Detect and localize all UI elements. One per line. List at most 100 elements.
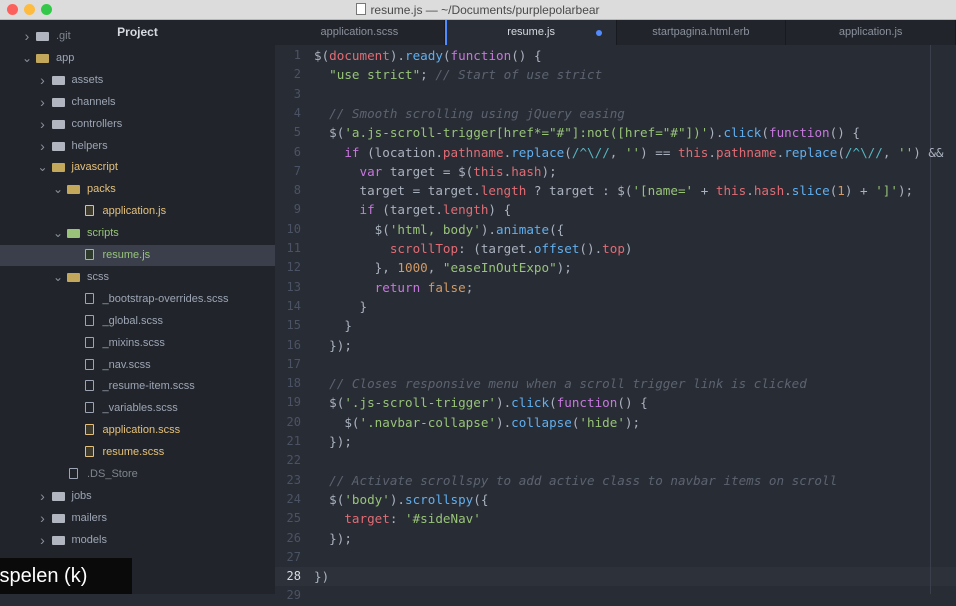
tree-item-label: packs xyxy=(87,183,116,196)
tree-folder[interactable]: › assets xyxy=(0,70,275,91)
code-token: , xyxy=(427,260,443,276)
code-token: ) xyxy=(624,241,633,256)
editor-tab[interactable]: application.js xyxy=(786,20,956,45)
line-number: 7 xyxy=(293,163,301,178)
tree-file[interactable]: .DS_Store xyxy=(0,464,275,485)
folder-icon xyxy=(51,513,65,523)
chevron-down-icon[interactable]: ⌄ xyxy=(53,223,63,244)
tree-file[interactable]: application.js xyxy=(0,201,275,222)
tree-file[interactable]: application.scss xyxy=(0,420,275,441)
code-line[interactable]: $('body').scrollspy({ xyxy=(314,490,488,509)
code-token: return xyxy=(374,279,421,295)
code-line[interactable]: // Closes responsive menu when a scroll … xyxy=(314,374,807,393)
chevron-down-icon[interactable]: ⌄ xyxy=(53,179,63,200)
tree-file[interactable]: resume.js xyxy=(0,245,275,266)
code-token: (). xyxy=(579,241,603,256)
chevron-right-icon[interactable]: › xyxy=(38,508,48,529)
tree-file[interactable]: _mixins.scss xyxy=(0,333,275,354)
tree-folder[interactable]: › models xyxy=(0,530,275,551)
code-line[interactable]: }); xyxy=(314,432,352,451)
code-token: // Start of use strict xyxy=(435,67,603,83)
line-number: 4 xyxy=(293,105,301,120)
code-token: }); xyxy=(314,434,352,449)
tree-folder[interactable]: › .git xyxy=(0,26,275,47)
tree-item-label: app xyxy=(56,51,75,64)
code-line[interactable]: scrollTop: (target.offset().top) xyxy=(314,239,633,258)
tree-folder[interactable]: › controllers xyxy=(0,114,275,135)
chevron-right-icon[interactable]: › xyxy=(38,70,48,91)
code-line[interactable]: }); xyxy=(314,529,352,548)
tree-item-label: scripts xyxy=(87,227,119,240)
chevron-right-icon[interactable]: › xyxy=(38,114,48,135)
editor-tab[interactable]: resume.js xyxy=(444,20,617,45)
code-line[interactable]: $('.navbar-collapse').collapse('hide'); xyxy=(314,413,640,432)
code-line[interactable]: if (location.pathname.replace(/^\//, '')… xyxy=(314,143,943,162)
code-line[interactable]: if (target.length) { xyxy=(314,200,512,219)
code-line[interactable]: $('html, body').animate({ xyxy=(314,220,565,239)
tree-item-label: models xyxy=(71,533,107,546)
code-token: () { xyxy=(617,395,648,411)
code-token: . xyxy=(708,144,716,160)
tree-file[interactable]: _nav.scss xyxy=(0,355,275,376)
chevron-down-icon[interactable]: ⌄ xyxy=(38,157,48,178)
tree-folder[interactable]: › helpers xyxy=(0,136,275,157)
line-number: 8 xyxy=(293,183,301,198)
tree-file[interactable]: _bootstrap-overrides.scss xyxy=(0,289,275,310)
code-line[interactable]: } xyxy=(314,316,352,335)
tree-file[interactable]: _variables.scss xyxy=(0,398,275,419)
tree-folder[interactable]: ⌄ scripts xyxy=(0,223,275,244)
code-line[interactable]: $('a.js-scroll-trigger[href*="#"]:not([h… xyxy=(314,123,860,142)
tree-folder[interactable]: ⌄ packs xyxy=(0,179,275,200)
code-line[interactable]: target = target.length ? target : $('[na… xyxy=(314,181,913,200)
code-line[interactable]: }) xyxy=(314,567,329,586)
tree-file[interactable]: _resume-item.scss xyxy=(0,376,275,397)
code-line[interactable]: // Smooth scrolling using jQuery easing xyxy=(314,104,625,123)
code-token: $( xyxy=(329,125,345,141)
tree-item-label: _mixins.scss xyxy=(102,336,165,349)
code-line[interactable]: $('.js-scroll-trigger').click(function()… xyxy=(314,393,648,412)
line-number: 5 xyxy=(293,125,301,140)
tree-folder[interactable]: › channels xyxy=(0,92,275,113)
code-line[interactable]: var target = $(this.hash); xyxy=(314,162,557,181)
folder-icon xyxy=(51,141,65,151)
code-token: target = $( xyxy=(382,163,474,179)
tree-folder[interactable]: › mailers xyxy=(0,508,275,529)
code-token: ( xyxy=(761,125,769,141)
code-line[interactable]: // Activate scrollspy to add active clas… xyxy=(314,471,837,490)
code-line[interactable]: } xyxy=(314,297,367,316)
code-line[interactable]: $(document).ready(function() { xyxy=(314,46,542,65)
code-line[interactable]: target: '#sideNav' xyxy=(314,509,481,528)
tree-folder[interactable]: ⌄ scss xyxy=(0,267,275,288)
code-line[interactable]: return false; xyxy=(314,278,474,297)
editor-tab[interactable]: startpagina.html.erb xyxy=(617,20,787,45)
chevron-right-icon[interactable]: › xyxy=(38,92,48,113)
editor-tab[interactable]: application.scss xyxy=(275,20,445,45)
tree-item-label: application.js xyxy=(102,205,167,218)
tree-folder[interactable]: ⌄ javascript xyxy=(0,157,275,178)
code-line[interactable]: }, 1000, "easeInOutExpo"); xyxy=(314,258,572,277)
chevron-right-icon[interactable]: › xyxy=(38,530,48,551)
chevron-down-icon[interactable]: ⌄ xyxy=(53,267,63,288)
folder-icon xyxy=(51,75,65,85)
chevron-down-icon[interactable]: ⌄ xyxy=(22,48,32,69)
code-token: 1000 xyxy=(397,260,428,276)
tree-folder[interactable]: ⌄ app xyxy=(0,48,275,69)
code-area[interactable]: $(document).ready(function() { "use stri… xyxy=(314,45,954,594)
chevron-right-icon[interactable]: › xyxy=(38,486,48,507)
code-token: pathname xyxy=(715,144,777,160)
project-tree-panel: Project › .git ⌄ app › assets › channels › contro… xyxy=(0,20,275,594)
code-token: collapse xyxy=(511,414,572,430)
tree-file[interactable]: resume.scss xyxy=(0,442,275,463)
chevron-right-icon[interactable]: › xyxy=(22,26,32,47)
code-line[interactable]: }); xyxy=(314,336,352,355)
line-number: 24 xyxy=(286,491,301,506)
tree-folder[interactable]: › jobs xyxy=(0,486,275,507)
tree-file[interactable]: _global.scss xyxy=(0,311,275,332)
folder-icon xyxy=(67,185,80,195)
code-token: document xyxy=(329,48,390,63)
code-line[interactable]: "use strict"; // Start of use strict xyxy=(314,65,602,84)
code-token: 'html, body' xyxy=(389,221,481,237)
chevron-right-icon[interactable]: › xyxy=(38,136,48,157)
code-token: this xyxy=(715,183,747,199)
